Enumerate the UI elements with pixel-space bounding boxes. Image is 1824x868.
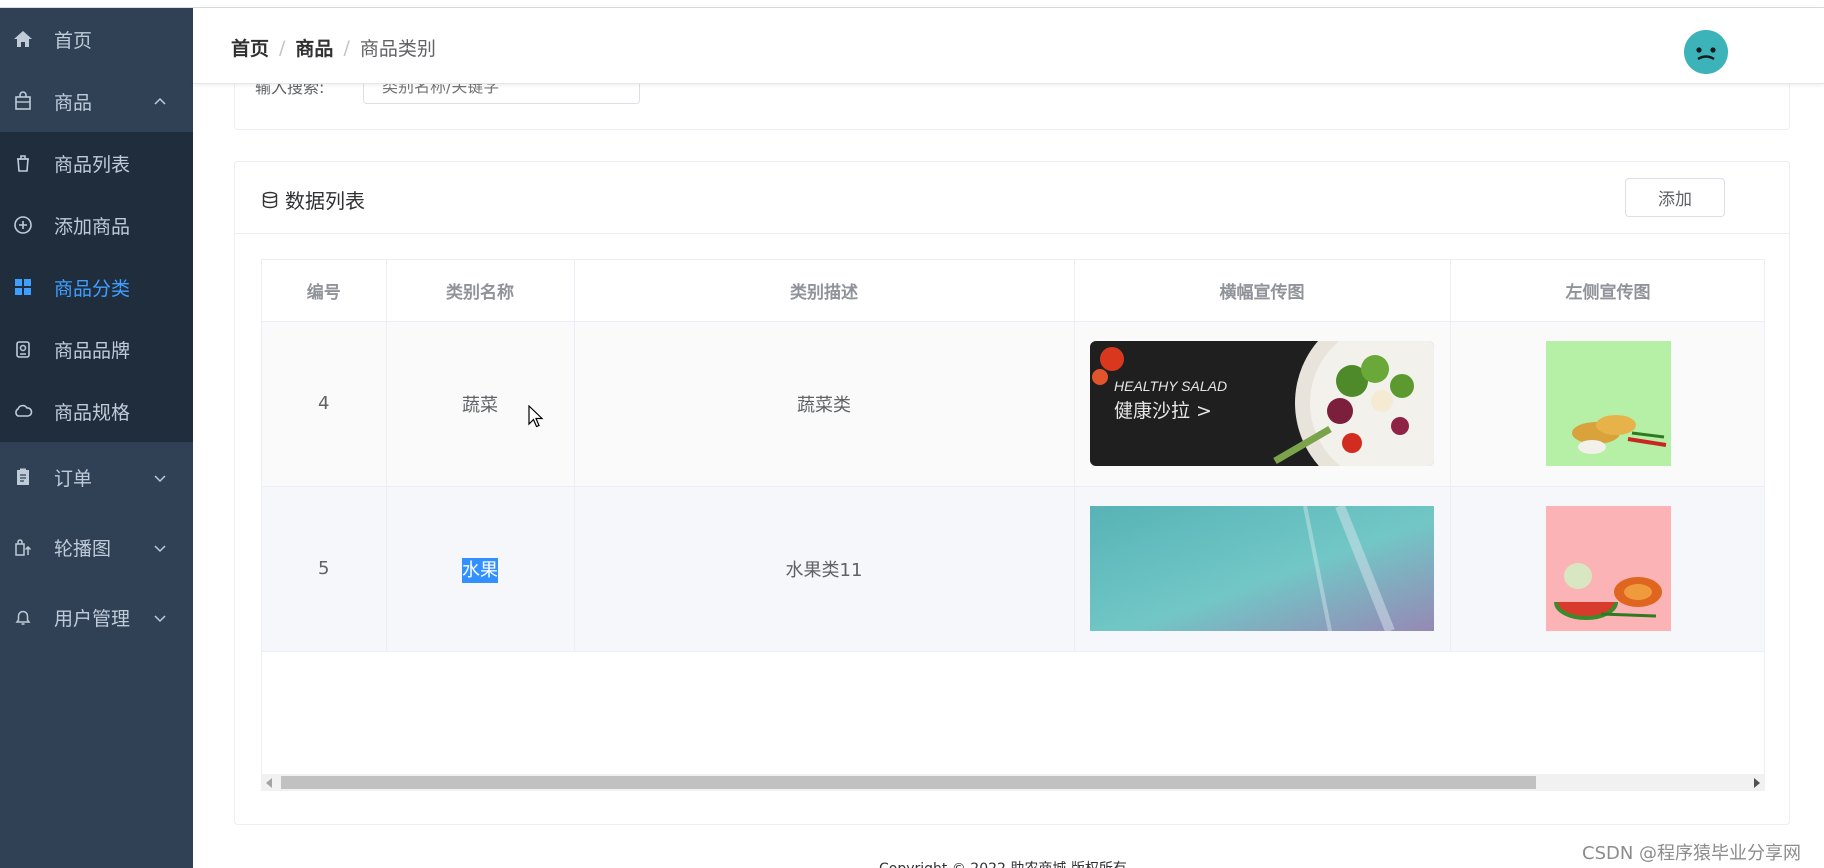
sidebar-item-label: 商品 — [54, 91, 93, 114]
chevron-down-icon — [153, 606, 167, 628]
breadcrumb-separator: / — [343, 36, 350, 59]
column-header-banner[interactable]: 横幅宣传图 — [1074, 260, 1451, 322]
sidebar-group-users[interactable]: 用户管理 — [0, 582, 193, 652]
main-content: 输入搜索: 数据列表 添加 — [193, 68, 1824, 868]
cell-side-image — [1450, 486, 1764, 652]
breadcrumb-current: 商品类别 — [359, 38, 436, 60]
chevron-up-icon — [153, 90, 167, 112]
cloud-icon — [12, 400, 34, 422]
data-list-card: 数据列表 添加 编号 类别名称 类别描述 横幅宣传图 左侧宣传图 4 蔬菜 蔬菜… — [234, 161, 1790, 825]
cell-name: 蔬菜 — [386, 321, 575, 487]
sidebar-item-label: 商品品牌 — [54, 339, 131, 362]
cell-id: 5 — [262, 486, 387, 652]
add-button[interactable]: 添加 — [1625, 178, 1725, 217]
sidebar-item-goods-list[interactable]: 商品列表 — [0, 132, 193, 194]
column-header-side-image[interactable]: 左侧宣传图 — [1450, 260, 1764, 322]
list-header: 数据列表 添加 — [235, 162, 1789, 234]
table-row[interactable]: 4 蔬菜 蔬菜类 HEALTHY SALAD 健康沙拉 > — [262, 321, 1764, 487]
sidebar-item-label: 商品分类 — [54, 277, 131, 300]
table-header-row: 编号 类别名称 类别描述 横幅宣传图 左侧宣传图 — [262, 260, 1764, 322]
sidebar-group-orders[interactable]: 订单 — [0, 442, 193, 512]
banner-text-line2: 健康沙拉 > — [1114, 400, 1212, 422]
side-image-fruits[interactable] — [1545, 506, 1671, 631]
sidebar-item-label: 首页 — [54, 29, 93, 52]
banner-image-fruit[interactable] — [1090, 506, 1434, 631]
cell-id: 4 — [262, 321, 387, 487]
column-header-id[interactable]: 编号 — [262, 260, 387, 322]
breadcrumb-goods[interactable]: 商品 — [295, 34, 333, 61]
cell-side-image — [1450, 321, 1764, 487]
sidebar-item-label: 轮播图 — [54, 537, 112, 560]
scroll-right-arrow-icon[interactable] — [1754, 778, 1760, 788]
window-top-border — [0, 0, 1824, 8]
sidebar-group-banners[interactable]: 轮播图 — [0, 512, 193, 582]
home-icon — [12, 28, 34, 50]
scroll-left-arrow-icon[interactable] — [266, 778, 272, 788]
watermark: CSDN @程序猿毕业分享网 — [1582, 843, 1802, 864]
list-title-text: 数据列表 — [285, 189, 365, 213]
sidebar-item-home[interactable]: 首页 — [0, 8, 193, 70]
sidebar-item-goods-category[interactable]: 商品分类 — [0, 256, 193, 318]
sidebar: 首页 商品 商品列表 添加商品 商品分类 商品品牌 商品规格 订单 轮播图 用户… — [0, 8, 193, 868]
avatar[interactable] — [1684, 30, 1728, 74]
chevron-down-icon — [153, 536, 167, 558]
grid-icon — [12, 276, 34, 298]
sidebar-item-label: 商品列表 — [54, 153, 131, 176]
banner-text-line1: HEALTHY SALAD — [1114, 378, 1227, 394]
sidebar-group-goods[interactable]: 商品 — [0, 70, 193, 132]
table-row[interactable]: 5 水果 水果类11 — [262, 486, 1764, 652]
cell-desc: 蔬菜类 — [574, 321, 1075, 487]
mouse-cursor-icon — [528, 404, 544, 433]
column-header-desc[interactable]: 类别描述 — [574, 260, 1075, 322]
scrollbar-thumb[interactable] — [281, 776, 1536, 789]
breadcrumb-separator: / — [279, 36, 286, 59]
clipboard-icon — [12, 466, 34, 488]
breadcrumb: 首页 / 商品 / 商品类别 — [231, 34, 436, 61]
horizontal-scrollbar[interactable] — [261, 774, 1765, 791]
breadcrumb-home[interactable]: 首页 — [231, 34, 269, 61]
goods-submenu: 商品列表 添加商品 商品分类 商品品牌 商品规格 — [0, 132, 193, 442]
sidebar-item-add-goods[interactable]: 添加商品 — [0, 194, 193, 256]
sidebar-item-label: 用户管理 — [54, 607, 131, 630]
side-image-vegetables[interactable] — [1545, 341, 1671, 466]
badge-icon — [12, 338, 34, 360]
sidebar-item-goods-brand[interactable]: 商品品牌 — [0, 318, 193, 380]
category-table: 编号 类别名称 类别描述 横幅宣传图 左侧宣传图 4 蔬菜 蔬菜类 HEALTH… — [261, 259, 1765, 789]
shopping-bag-upload-icon — [12, 536, 34, 558]
sidebar-item-label: 添加商品 — [54, 215, 131, 238]
list-title: 数据列表 — [261, 185, 365, 214]
sidebar-item-label: 订单 — [54, 467, 93, 490]
footer-copyright: Copyright © 2022 助农商城 版权所有 — [879, 858, 1127, 868]
plus-circle-icon — [12, 214, 34, 236]
top-navbar: 首页 / 商品 / 商品类别 — [193, 8, 1824, 84]
sidebar-item-goods-spec[interactable]: 商品规格 — [0, 380, 193, 442]
trash-bag-icon — [12, 152, 34, 174]
sidebar-item-label: 商品规格 — [54, 401, 131, 424]
column-header-name[interactable]: 类别名称 — [386, 260, 575, 322]
shopping-bag-icon — [12, 90, 34, 112]
cell-desc: 水果类11 — [574, 486, 1075, 652]
database-icon — [261, 191, 279, 209]
cell-banner — [1074, 486, 1451, 652]
banner-image-salad[interactable]: HEALTHY SALAD 健康沙拉 > — [1090, 341, 1434, 466]
cell-banner: HEALTHY SALAD 健康沙拉 > — [1074, 321, 1451, 487]
chevron-down-icon — [153, 466, 167, 488]
cell-name: 水果 — [386, 486, 575, 652]
selected-name-text: 水果 — [462, 557, 498, 583]
bell-icon — [12, 606, 34, 628]
